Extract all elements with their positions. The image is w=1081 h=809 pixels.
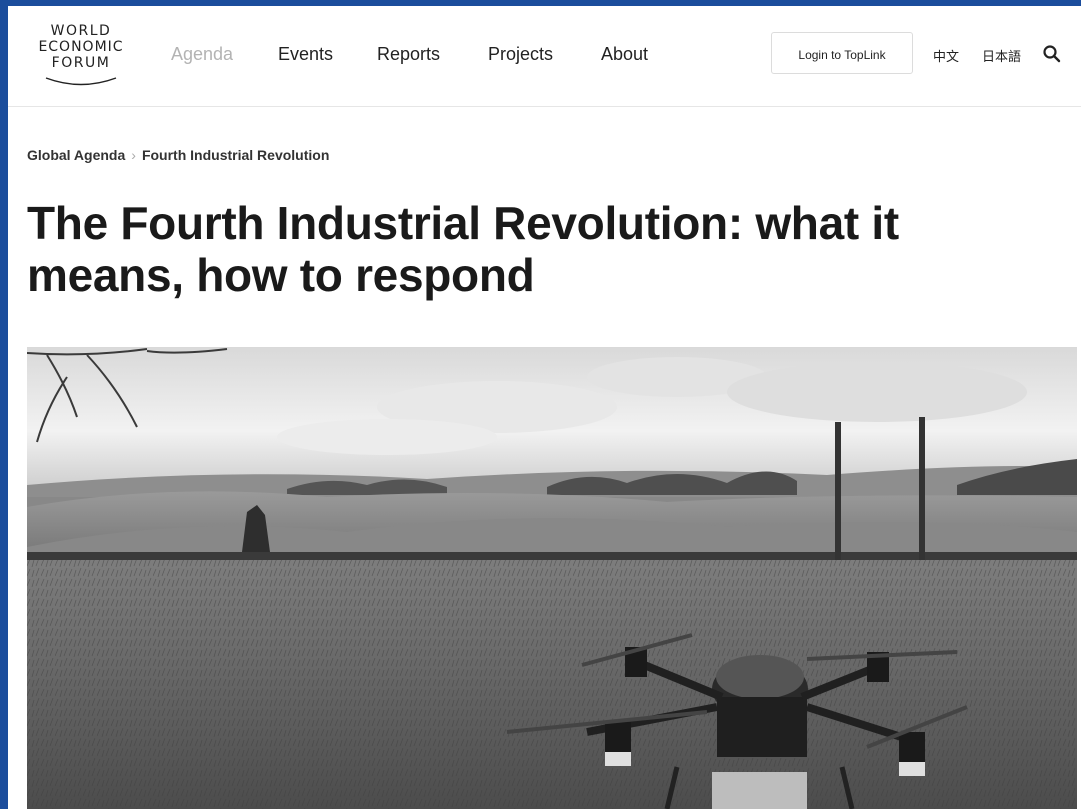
browser-viewport: WORLD ECONOMIC FORUM Agenda Events Repor… <box>8 6 1081 809</box>
breadcrumb-global-agenda[interactable]: Global Agenda <box>27 147 125 163</box>
login-toplink-button[interactable]: Login to TopLink <box>771 32 913 74</box>
nav-about[interactable]: About <box>601 44 648 65</box>
lang-japanese-link[interactable]: 日本語 <box>982 46 1021 65</box>
nav-agenda[interactable]: Agenda <box>171 44 233 65</box>
nav-projects[interactable]: Projects <box>488 44 553 65</box>
logo-line-3: FORUM <box>51 55 111 71</box>
search-icon[interactable] <box>1042 44 1062 69</box>
breadcrumb-fourth-industrial-revolution[interactable]: Fourth Industrial Revolution <box>142 147 329 163</box>
lang-chinese-link[interactable]: 中文 <box>933 46 959 65</box>
chevron-right-icon: › <box>131 147 136 163</box>
logo-line-1: WORLD <box>50 23 112 39</box>
breadcrumb: Global Agenda › Fourth Industrial Revoluti… <box>27 147 329 163</box>
site-header: WORLD ECONOMIC FORUM Agenda Events Repor… <box>8 6 1081 107</box>
wef-logo[interactable]: WORLD ECONOMIC FORUM <box>22 23 140 93</box>
hero-image <box>27 347 1077 809</box>
nav-events[interactable]: Events <box>278 44 333 65</box>
nav-reports[interactable]: Reports <box>377 44 440 65</box>
drone-field-photo <box>27 347 1077 809</box>
logo-line-2: ECONOMIC <box>38 39 124 55</box>
page-title: The Fourth Industrial Revolution: what i… <box>27 197 899 301</box>
logo-swoosh-icon <box>45 77 117 86</box>
